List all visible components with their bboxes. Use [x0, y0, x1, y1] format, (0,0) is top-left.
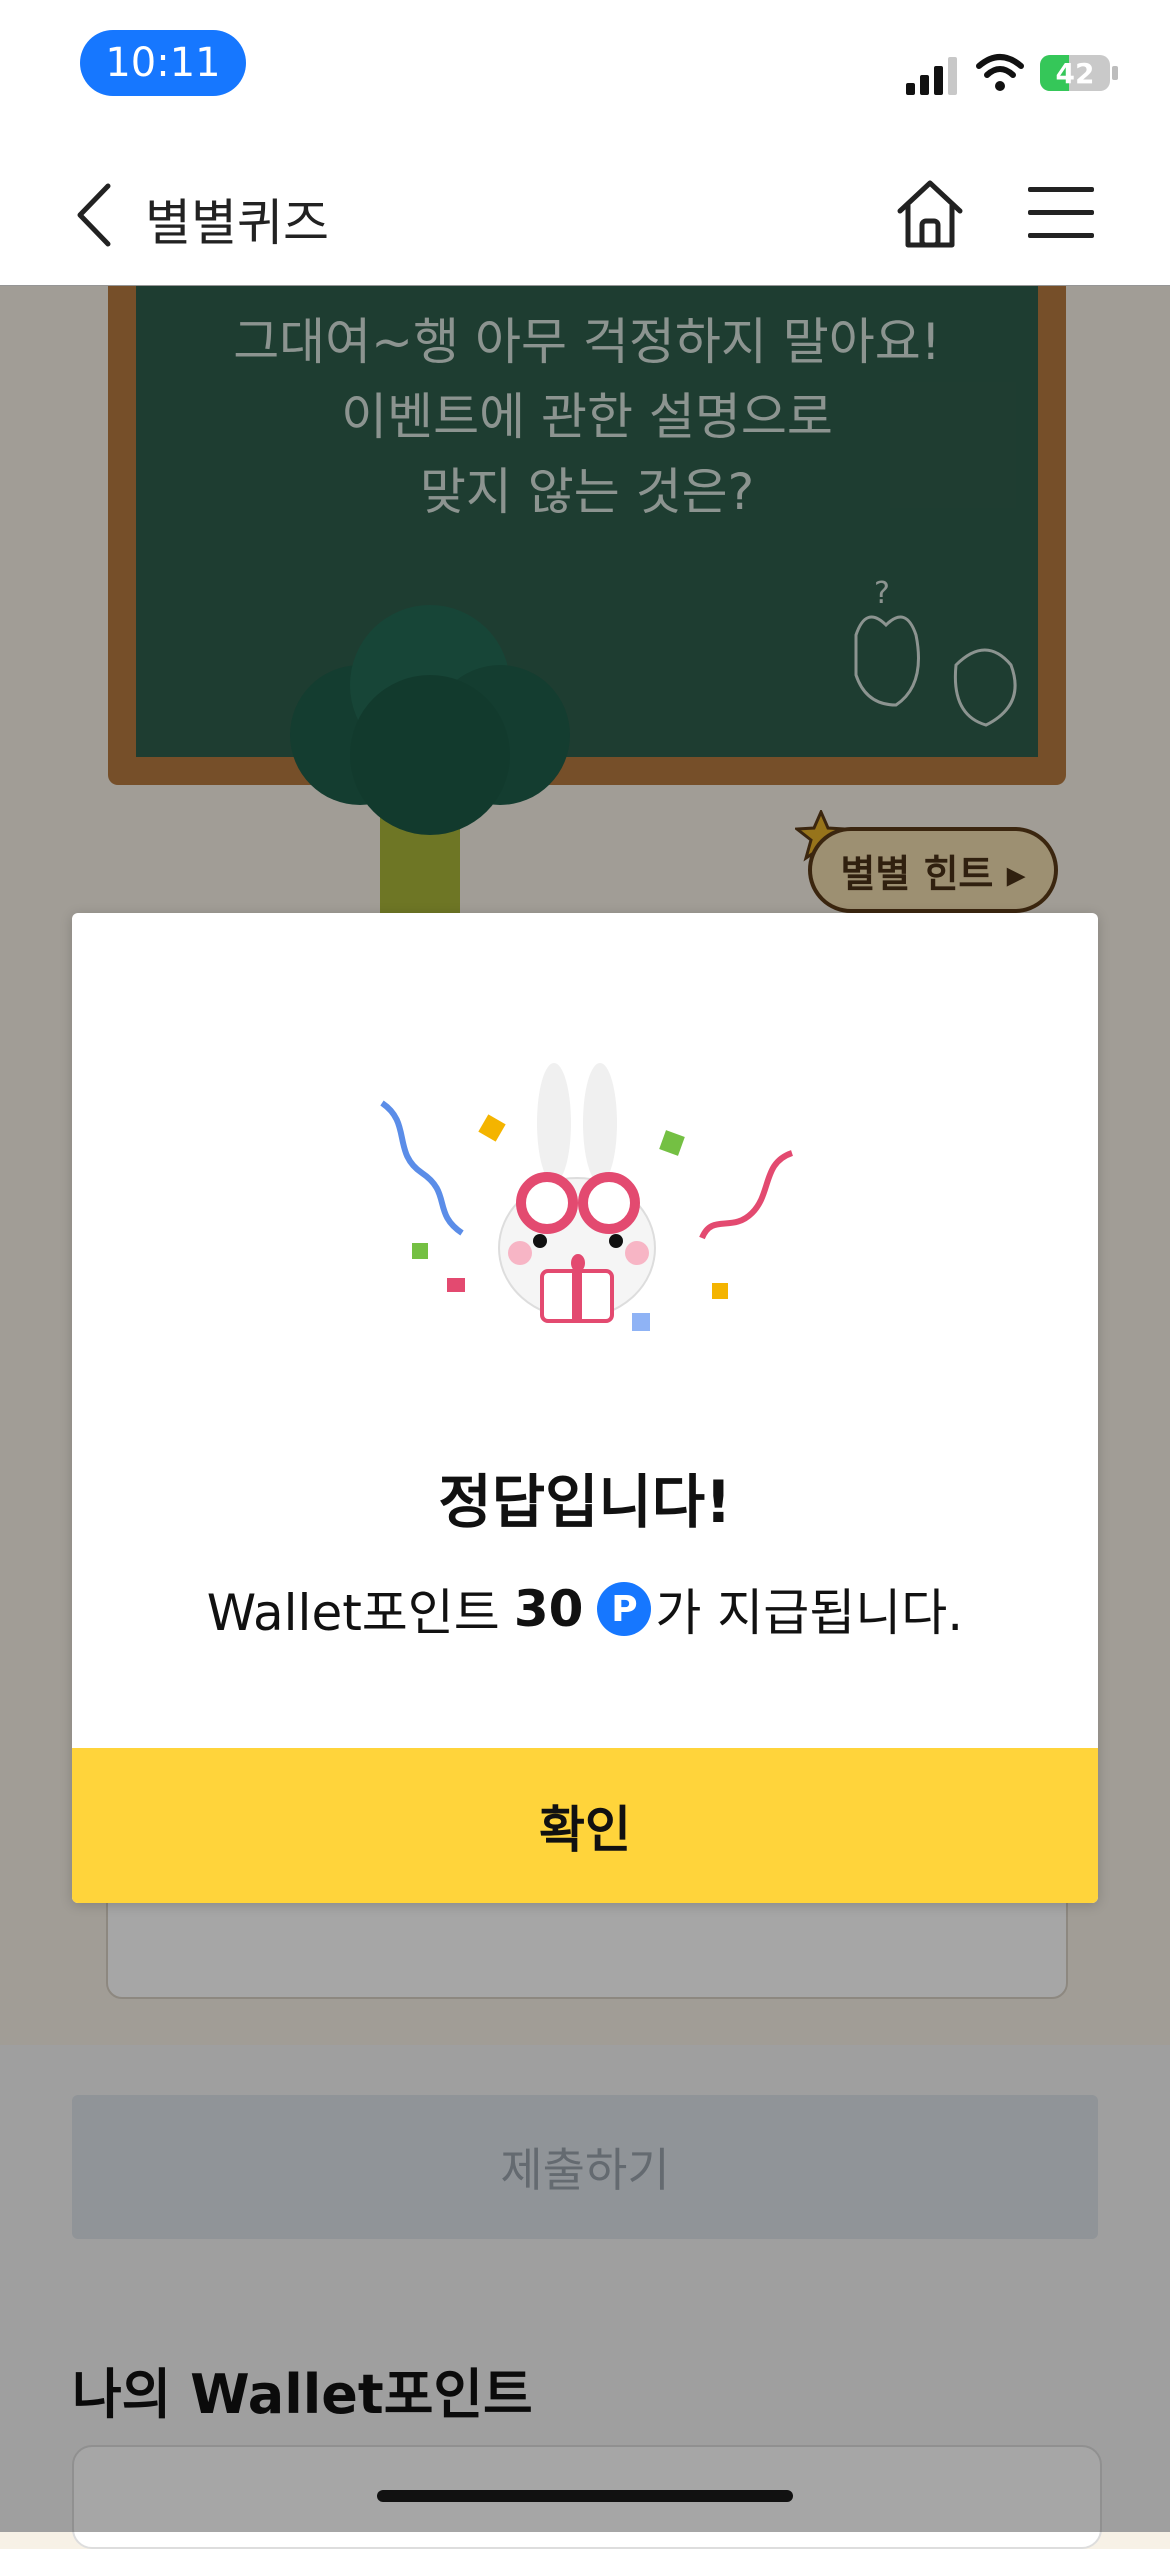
status-time: 10:11: [80, 30, 246, 96]
page-title: 별별퀴즈: [145, 194, 329, 252]
home-icon[interactable]: [892, 175, 968, 251]
wifi-icon: [976, 54, 1024, 91]
status-bar: 10:11 42: [0, 0, 1170, 145]
home-indicator[interactable]: [377, 2490, 793, 2502]
modal-message: Wallet포인트 30 P 가 지급됩니다.: [72, 1573, 1098, 1645]
back-arrow-icon[interactable]: [70, 180, 120, 250]
menu-icon[interactable]: [1028, 183, 1094, 243]
cellular-signal-icon: [906, 57, 957, 95]
battery-icon: 42: [1040, 55, 1110, 91]
rabbit-celebration-icon: [380, 1063, 794, 1331]
battery-tip: [1112, 66, 1118, 80]
modal-title: 정답입니다!: [438, 1468, 732, 1536]
correct-answer-modal: 정답입니다! Wallet포인트 30 P 가 지급됩니다. 확인: [72, 913, 1098, 1903]
points-amount: 30: [513, 1580, 584, 1638]
confirm-button[interactable]: 확인: [72, 1748, 1098, 1903]
navigation-bar: 별별퀴즈: [0, 145, 1170, 286]
message-suffix: 가 지급됩니다.: [655, 1584, 964, 1642]
points-p-icon: P: [597, 1582, 652, 1636]
battery-percent: 42: [1055, 56, 1095, 90]
message-prefix: Wallet포인트: [206, 1584, 500, 1642]
